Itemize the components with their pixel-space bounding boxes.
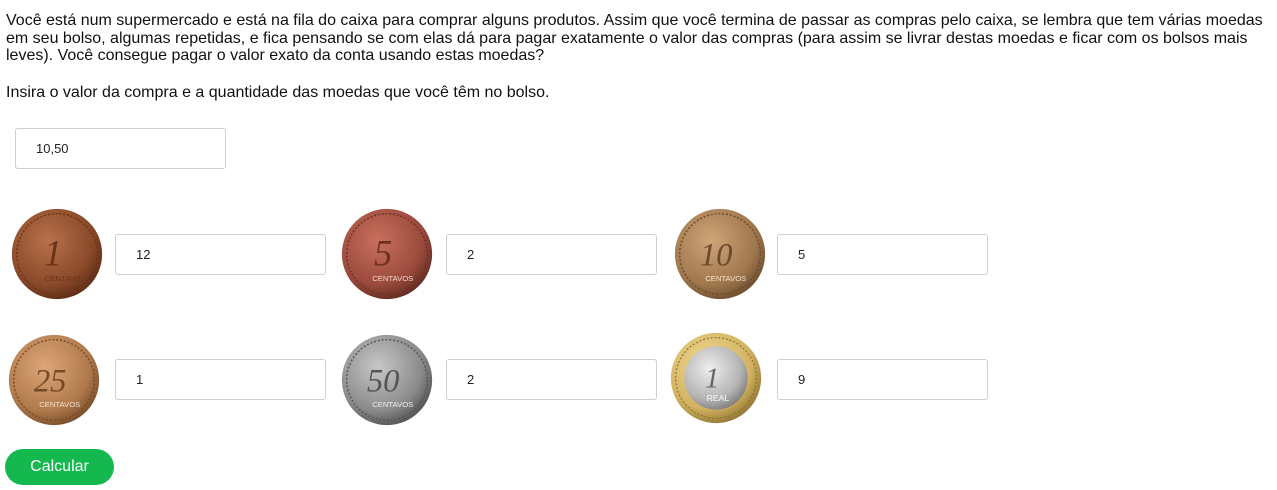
- purchase-value-input[interactable]: [15, 128, 226, 169]
- quantity-input-10-centavos[interactable]: [777, 234, 988, 275]
- coin-denomination: 10: [700, 238, 733, 274]
- page: Você está num supermercado e está na fil…: [0, 0, 1277, 490]
- calculate-button[interactable]: Calcular: [5, 449, 114, 485]
- coin-word: REAL: [707, 393, 730, 403]
- coin-word: CENTAVOS: [372, 274, 413, 283]
- quantity-input-1-centavo[interactable]: [115, 234, 326, 275]
- coin-25-centavos-icon: 25 CENTAVOS: [6, 332, 102, 428]
- coin-word: CENTAVO: [45, 274, 81, 283]
- quantity-input-25-centavos[interactable]: [115, 359, 326, 400]
- coin-word: CENTAVOS: [372, 400, 413, 409]
- coin-word: CENTAVOS: [39, 400, 80, 409]
- coin-denomination: 25: [34, 364, 67, 400]
- intro-paragraph: Você está num supermercado e está na fil…: [6, 12, 1263, 64]
- quantity-input-5-centavos[interactable]: [446, 234, 657, 275]
- coin-denomination: 1: [705, 363, 719, 395]
- instruction-text: Insira o valor da compra e a quantidade …: [6, 84, 550, 101]
- coin-denomination: 1: [44, 233, 62, 274]
- coin-10-centavos-icon: 10 CENTAVOS: [672, 206, 768, 302]
- coin-50-centavos-icon: 50 CENTAVOS: [339, 332, 435, 428]
- coin-1-centavo-icon: 1 CENTAVO: [9, 206, 105, 302]
- coin-denomination: 5: [374, 233, 392, 274]
- coin-1-real-icon: 1 REAL: [668, 330, 764, 426]
- coin-word: CENTAVOS: [705, 274, 746, 283]
- coin-denomination: 50: [367, 364, 400, 400]
- quantity-input-1-real[interactable]: [777, 359, 988, 400]
- coin-5-centavos-icon: 5 CENTAVOS: [339, 206, 435, 302]
- quantity-input-50-centavos[interactable]: [446, 359, 657, 400]
